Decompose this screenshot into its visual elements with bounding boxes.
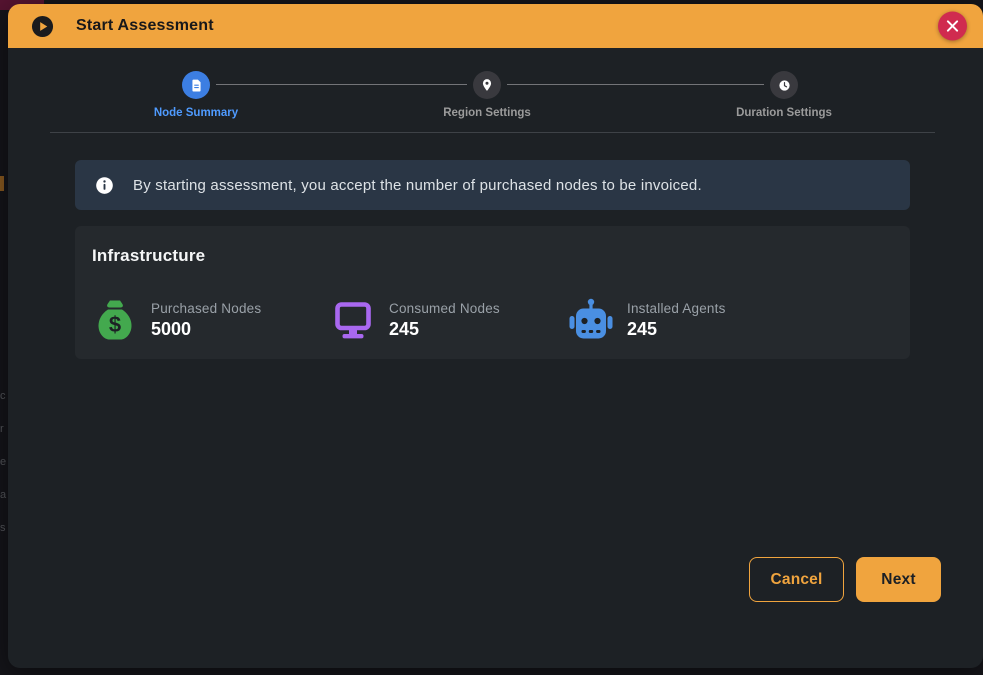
step-label-duration-settings: Duration Settings [694, 107, 874, 119]
step-region-settings[interactable] [473, 71, 501, 99]
next-button[interactable]: Next [856, 557, 941, 602]
background-accent-fragment [0, 176, 4, 191]
monitor-icon [329, 296, 377, 344]
document-icon [189, 78, 204, 93]
location-pin-icon [480, 78, 494, 92]
infrastructure-title: Infrastructure [92, 246, 894, 266]
money-bag-icon: $ [91, 296, 139, 344]
background-text-fragment: c r e a s [0, 380, 7, 540]
stat-label: Purchased Nodes [151, 301, 261, 316]
close-icon [946, 20, 959, 33]
dialog-body: Node Summary Region Settings Duration Se… [8, 48, 983, 668]
stat-label: Consumed Nodes [389, 301, 500, 316]
infrastructure-card: Infrastructure $ Purchased Nodes 5000 [75, 226, 910, 359]
clock-icon [777, 78, 792, 93]
step-label-region-settings: Region Settings [397, 107, 577, 119]
stat-installed-agents: Installed Agents 245 [567, 296, 805, 344]
stepper-connector [216, 84, 467, 85]
dialog-title: Start Assessment [76, 17, 214, 35]
stat-label: Installed Agents [627, 301, 726, 316]
play-icon [31, 15, 54, 38]
stat-consumed-nodes: Consumed Nodes 245 [329, 296, 567, 344]
stat-purchased-nodes: $ Purchased Nodes 5000 [91, 296, 329, 344]
start-assessment-dialog: Start Assessment Node Summary [8, 4, 983, 668]
step-duration-settings[interactable] [770, 71, 798, 99]
infrastructure-stats: $ Purchased Nodes 5000 [91, 296, 805, 344]
step-node-summary[interactable] [182, 71, 210, 99]
stat-value: 5000 [151, 319, 261, 340]
cancel-button[interactable]: Cancel [749, 557, 844, 602]
stepper-connector [507, 84, 764, 85]
step-label-node-summary: Node Summary [106, 107, 286, 119]
dialog-header: Start Assessment [8, 4, 983, 48]
stat-value: 245 [627, 319, 726, 340]
stat-value: 245 [389, 319, 500, 340]
header-divider [50, 132, 935, 133]
svg-text:$: $ [109, 312, 121, 337]
close-button[interactable] [938, 12, 967, 41]
robot-icon [567, 296, 615, 344]
info-icon [95, 176, 114, 195]
invoice-notice-banner: By starting assessment, you accept the n… [75, 160, 910, 210]
notice-text: By starting assessment, you accept the n… [133, 177, 702, 194]
